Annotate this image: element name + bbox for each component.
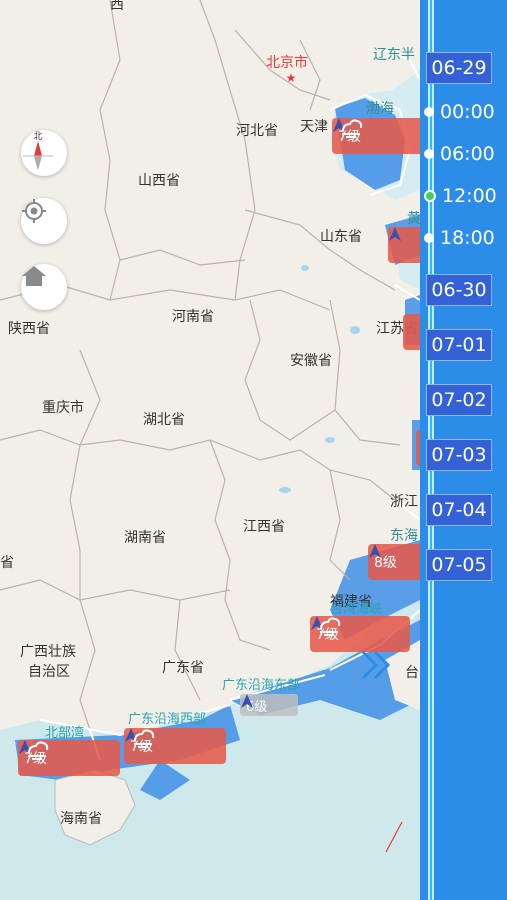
wind-cloud-icon xyxy=(134,729,155,748)
hour-label: 12:00 xyxy=(442,185,497,207)
place-label-gd-coast-east: 广东沿海东部 xyxy=(222,678,301,693)
place-label: 省 xyxy=(0,555,14,571)
wind-badge-gd-west[interactable]: 7级 xyxy=(124,728,226,764)
date-07-01[interactable]: 07-01 xyxy=(426,329,492,361)
place-label-donghai: 东海 xyxy=(390,528,418,544)
wind-badge-taiwan-strait[interactable]: 7级 xyxy=(310,616,410,652)
wind-cloud-icon xyxy=(320,617,341,636)
hour-dot xyxy=(424,107,434,117)
hour-12-00[interactable]: 12:00 xyxy=(424,184,497,208)
hour-dot-active xyxy=(424,190,436,202)
place-label-henan: 河南省 xyxy=(172,309,214,325)
place-label-hainan: 海南省 xyxy=(60,811,102,827)
place-label-chongqing: 重庆市 xyxy=(42,400,84,416)
place-label-huang: 黄 xyxy=(407,211,420,227)
wind-arrow-icon xyxy=(369,544,381,558)
place-label-hebei: 河北省 xyxy=(236,123,278,139)
wind-cloud-icon xyxy=(342,119,363,138)
compass-icon: 北 xyxy=(23,131,53,170)
forecast-map[interactable]: ★ 西 北京市 辽东半 渤海 河北省 天津 山西省 山东省 黄 陕西省 河南省 … xyxy=(0,0,420,900)
place-label-anhui: 安徽省 xyxy=(290,353,332,369)
wind-arrow-icon xyxy=(389,227,401,241)
hour-label: 06:00 xyxy=(440,143,495,165)
wind-badge-yellow-sea[interactable] xyxy=(388,227,420,263)
hour-label: 18:00 xyxy=(440,227,495,249)
wind-badge-jiangsu[interactable] xyxy=(403,314,420,350)
place-label-zhejiang: 浙江 xyxy=(390,494,418,510)
place-label-guangxi-2: 自治区 xyxy=(28,664,70,680)
date-07-04[interactable]: 07-04 xyxy=(426,494,492,526)
home-icon xyxy=(22,266,46,286)
hour-label: 00:00 xyxy=(440,101,495,123)
date-06-29[interactable]: 06-29 xyxy=(426,52,492,84)
hour-dot xyxy=(424,233,434,243)
wind-badge-gd-east[interactable]: 6级 xyxy=(240,694,298,716)
date-07-02[interactable]: 07-02 xyxy=(426,384,492,416)
wind-badge-bohai[interactable]: 7级 xyxy=(332,118,420,154)
place-label-taiwan-strait: 台湾海峡 xyxy=(330,602,383,617)
date-07-05[interactable]: 07-05 xyxy=(426,549,492,581)
date-07-03[interactable]: 07-03 xyxy=(426,439,492,471)
place-label-jiangxi: 江西省 xyxy=(243,519,285,535)
place-label-liaodong: 辽东半 xyxy=(373,47,415,63)
place-label: 西 xyxy=(110,0,124,13)
place-label-tianjin: 天津 xyxy=(300,119,328,135)
svg-text:★: ★ xyxy=(286,71,297,85)
wind-cloud-icon xyxy=(28,741,49,760)
place-label-shandong: 山东省 xyxy=(320,229,362,245)
hour-dot xyxy=(424,149,434,159)
place-label-beibu: 北部湾 xyxy=(45,726,85,741)
hour-18-00[interactable]: 18:00 xyxy=(424,226,495,250)
wind-arrow-icon xyxy=(241,694,253,708)
place-label-shanxi: 山西省 xyxy=(138,173,180,189)
place-label-hunan: 湖南省 xyxy=(124,530,166,546)
place-label-guangxi: 广西壮族 xyxy=(20,644,76,660)
wind-badge-beibu[interactable]: 7级 xyxy=(18,740,120,776)
compass-north-label: 北 xyxy=(33,131,42,142)
compass-button[interactable]: 北 xyxy=(21,130,67,176)
place-label-shaanxi: 陕西省 xyxy=(8,321,50,337)
home-button[interactable] xyxy=(21,264,67,310)
wind-badge-east-sea[interactable]: 8级 xyxy=(368,544,420,580)
place-label-tai: 台 xyxy=(405,665,419,681)
place-label-gd-coast-west: 广东沿海西部 xyxy=(128,712,207,727)
place-label-beijing: 北京市 xyxy=(266,55,308,71)
date-06-30[interactable]: 06-30 xyxy=(426,274,492,306)
locate-icon xyxy=(22,199,46,223)
place-label-guangdong: 广东省 xyxy=(162,660,204,676)
timeline-panel[interactable]: 06-29 00:00 06:00 12:00 18:00 06-30 07-0… xyxy=(420,0,507,900)
place-label-hubei: 湖北省 xyxy=(143,412,185,428)
hour-00-00[interactable]: 00:00 xyxy=(424,100,495,124)
hour-06-00[interactable]: 06:00 xyxy=(424,142,495,166)
locate-button[interactable] xyxy=(21,198,67,244)
place-label-bohai: 渤海 xyxy=(366,101,394,117)
